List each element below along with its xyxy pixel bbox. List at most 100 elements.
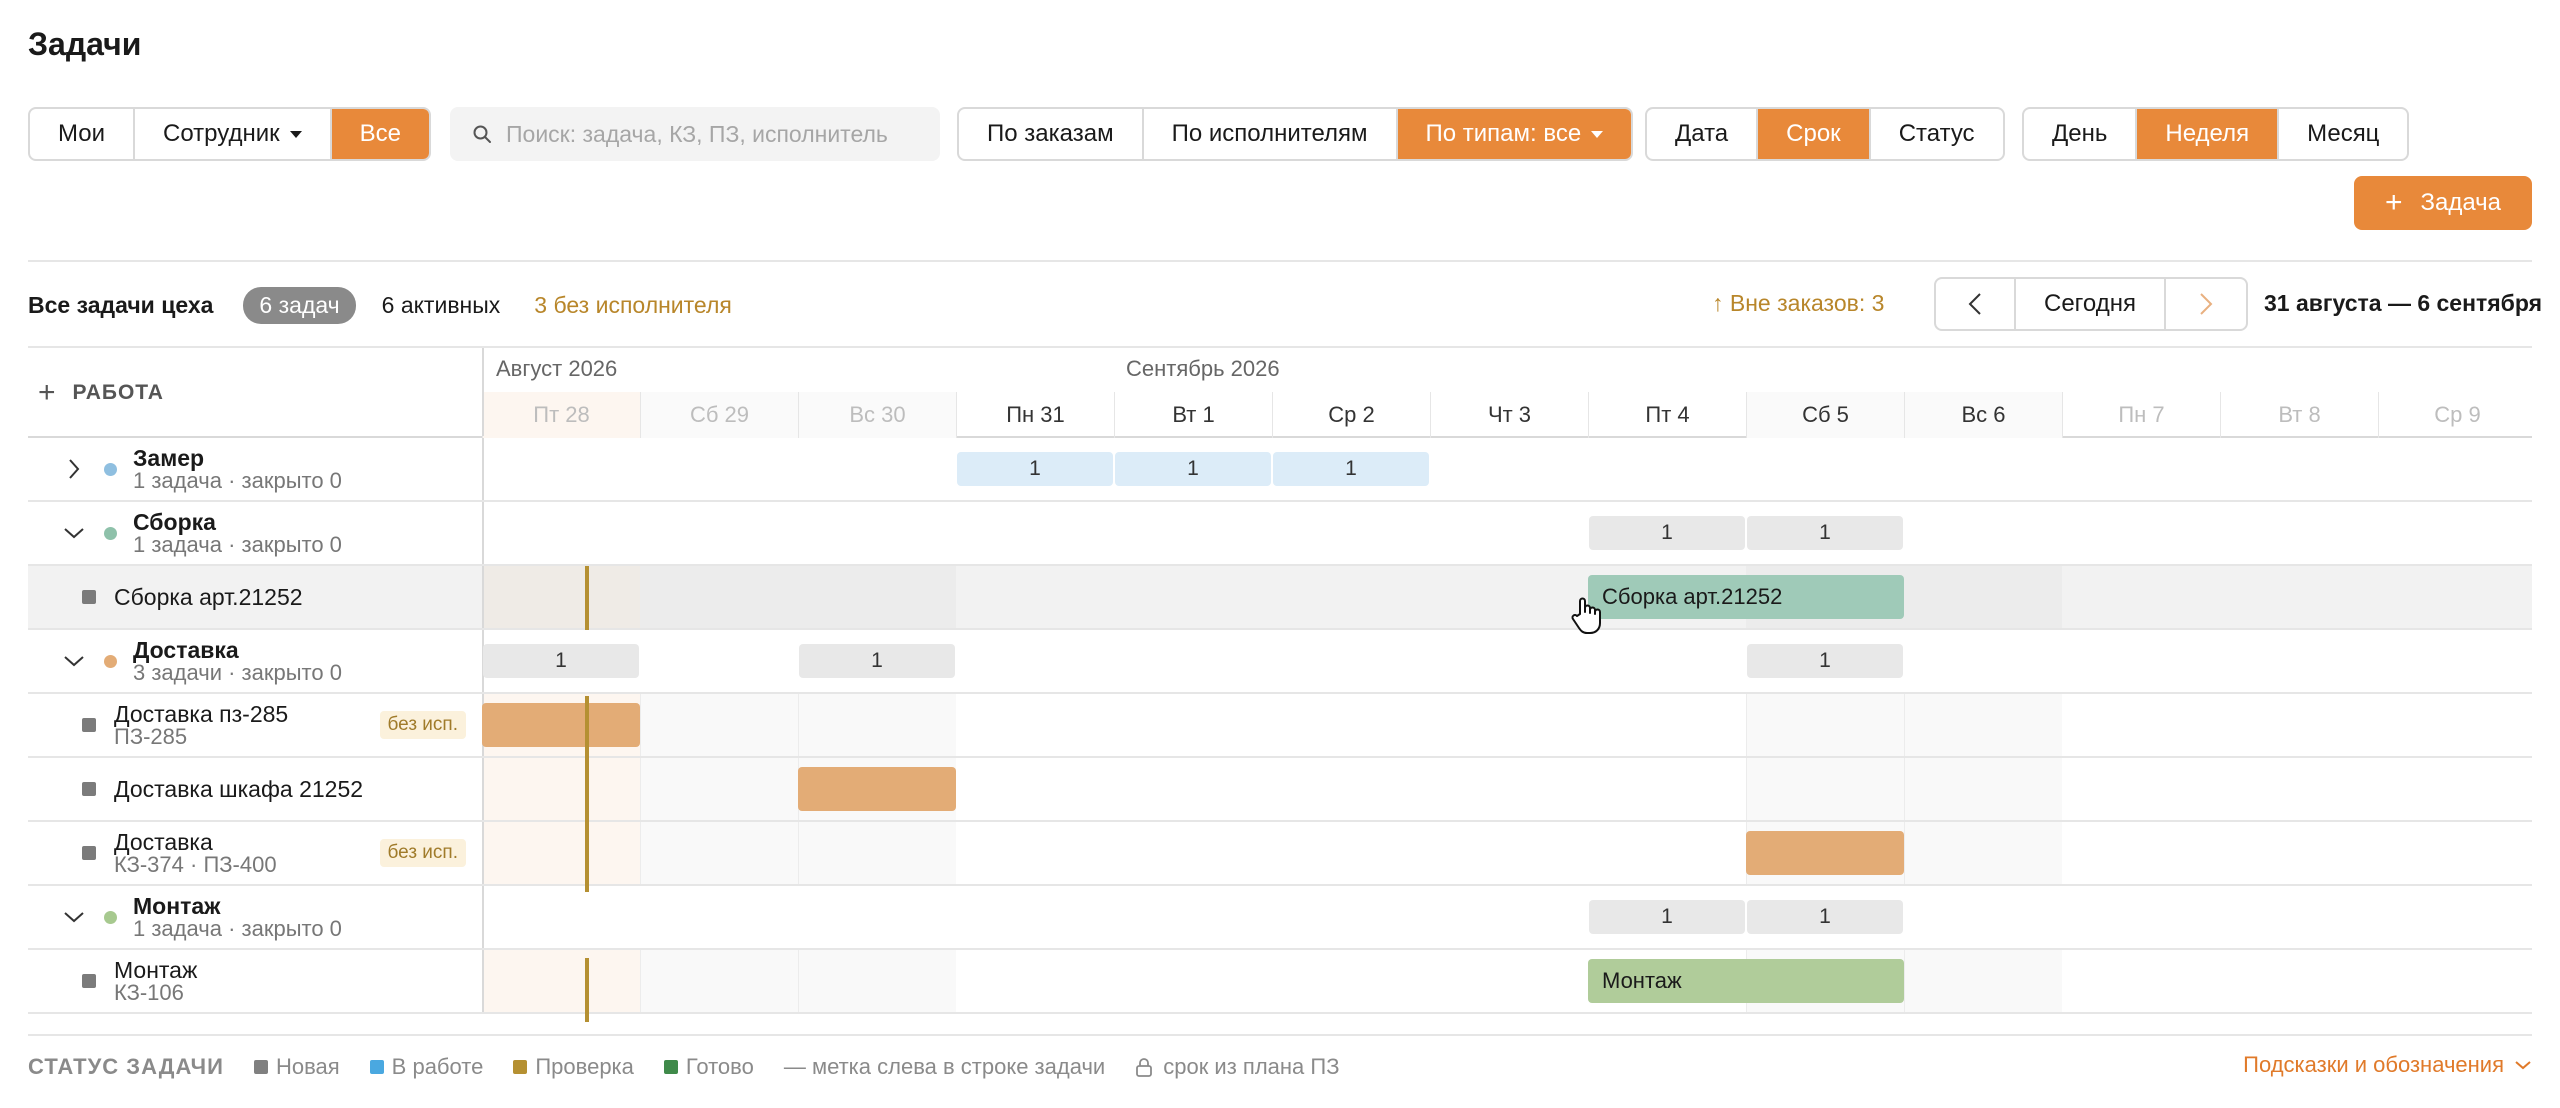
day-cell: [798, 822, 956, 884]
column-divider: [482, 502, 484, 564]
legend-note: — метка слева в строке задачи: [783, 1054, 1106, 1079]
group-by-executors-button[interactable]: По исполнителям: [1144, 109, 1398, 159]
task-row[interactable]: Доставка КЗ-374 · ПЗ-400 без исп.: [28, 822, 2532, 886]
day-cell: [1904, 758, 2062, 820]
day-cell: [640, 694, 798, 756]
day-count[interactable]: 1: [1589, 900, 1745, 934]
group-row-zamer[interactable]: Замер 1 задача · закрыто 0 1 1 1: [28, 438, 2532, 502]
collapse-toggle[interactable]: [52, 639, 96, 683]
task-bar[interactable]: [482, 703, 640, 747]
day-count[interactable]: 1: [1589, 516, 1745, 550]
task-row[interactable]: Сборка арт.21252 Сборка арт.21252: [28, 566, 2532, 630]
status-new-swatch: [253, 1060, 268, 1074]
day-cell: [482, 566, 640, 628]
day-cell: [798, 950, 956, 1012]
add-work-button[interactable]: + РАБОТА: [28, 348, 482, 438]
task-bar[interactable]: [798, 767, 956, 811]
scope-employee-dropdown[interactable]: Сотрудник: [135, 109, 332, 159]
period-day-button[interactable]: День: [2024, 109, 2138, 159]
chevron-down-icon: [2515, 1061, 2531, 1070]
task-row[interactable]: Доставка шкафа 21252: [28, 758, 2532, 822]
task-bar[interactable]: Монтаж: [1588, 959, 1904, 1003]
day-count[interactable]: 1: [1115, 452, 1271, 486]
day-header: Чт 3: [1430, 392, 1588, 438]
no-executor-badge: без исп.: [379, 839, 466, 867]
chevron-right-icon: [69, 459, 80, 479]
legend-label: Проверка: [535, 1054, 634, 1079]
day-header: Сб 29: [640, 392, 798, 438]
group-by-orders-button[interactable]: По заказам: [959, 109, 1144, 159]
status-marker: [82, 590, 96, 604]
today-button[interactable]: Сегодня: [2016, 279, 2166, 329]
task-label: Доставка пз-285 ПЗ-285 без исп.: [28, 694, 482, 756]
day-header: Сб 5: [1746, 392, 1904, 438]
period-week-button[interactable]: Неделя: [2137, 109, 2280, 159]
group-summary: 1 задача · закрыто 0: [133, 532, 342, 557]
day-count[interactable]: 1: [1273, 452, 1429, 486]
day-cell: [482, 950, 640, 1012]
day-count[interactable]: 1: [483, 644, 639, 678]
plus-icon: +: [38, 376, 57, 409]
day-count[interactable]: 1: [957, 452, 1113, 486]
no-executor-link[interactable]: 3 без исполнителя: [534, 292, 732, 319]
day-cell: [640, 566, 798, 628]
task-row[interactable]: Доставка пз-285 ПЗ-285 без исп.: [28, 694, 2532, 758]
day-cell: [640, 822, 798, 884]
outside-orders-link[interactable]: ↑ Вне заказов: 3: [1712, 290, 1884, 317]
scope-mine-button[interactable]: Мои: [30, 109, 136, 159]
chevron-down-icon: [64, 656, 84, 667]
task-name: Монтаж: [114, 957, 198, 983]
task-ref: КЗ-106: [114, 980, 184, 1005]
group-row-dostavka[interactable]: Доставка 3 задачи · закрыто 0 1 1 1: [28, 630, 2532, 694]
group-name: Замер: [133, 445, 205, 471]
day-count[interactable]: 1: [799, 644, 955, 678]
group-by-types-label: По типам: все: [1425, 120, 1582, 147]
expand-toggle[interactable]: [52, 447, 96, 491]
day-header: Вс 6: [1904, 392, 2062, 438]
task-ref: КЗ-374 · ПЗ-400: [114, 852, 277, 877]
collapse-toggle[interactable]: [52, 511, 96, 555]
group-row-sborka[interactable]: Сборка 1 задача · закрыто 0 1 1: [28, 502, 2532, 566]
plus-icon: +: [2384, 186, 2403, 219]
scope-all-button[interactable]: Все: [331, 109, 429, 159]
task-row[interactable]: Монтаж КЗ-106 Монтаж: [28, 950, 2532, 1014]
add-task-button[interactable]: + Задача: [2354, 176, 2532, 230]
group-color-dot: [104, 910, 117, 924]
day-cell: [482, 758, 640, 820]
date-field-deadline-button[interactable]: Срок: [1758, 109, 1871, 159]
day-header: Пт 28: [482, 392, 640, 438]
day-header: Вт 8: [2220, 392, 2378, 438]
day-header: Ср 9: [2378, 392, 2536, 438]
caret-down-icon: [289, 130, 302, 138]
group-name: Доставка: [133, 637, 239, 663]
date-field-status-button[interactable]: Статус: [1871, 109, 2003, 159]
legend-item: Новая: [253, 1054, 340, 1080]
day-count[interactable]: 1: [1747, 900, 1903, 934]
divider: [28, 260, 2532, 262]
day-count[interactable]: 1: [1747, 644, 1903, 678]
group-by-types-dropdown[interactable]: По типам: все: [1397, 109, 1632, 159]
group-row-montazh[interactable]: Монтаж 1 задача · закрыто 0 1 1: [28, 886, 2532, 950]
day-count[interactable]: 1: [1747, 516, 1903, 550]
search-input[interactable]: [506, 120, 896, 148]
group-summary: 1 задача · закрыто 0: [133, 468, 342, 493]
date-field-date-button[interactable]: Дата: [1647, 109, 1759, 159]
month-label-august: Август 2026: [496, 356, 618, 381]
period-month-button[interactable]: Месяц: [2279, 109, 2407, 159]
day-cell: [798, 566, 956, 628]
group-summary: 3 задачи · закрыто 0: [133, 660, 342, 685]
day-cell: [1904, 694, 2062, 756]
day-header: Пн 7: [2062, 392, 2220, 438]
task-bar[interactable]: [1746, 831, 1904, 875]
search-icon: [473, 125, 491, 143]
collapse-toggle[interactable]: [52, 895, 96, 939]
search-box[interactable]: [450, 107, 940, 161]
task-bar[interactable]: Сборка арт.21252: [1588, 575, 1904, 619]
caret-down-icon: [1591, 130, 1604, 138]
day-cell: [640, 950, 798, 1012]
legend-item: Проверка: [513, 1054, 634, 1080]
hints-toggle[interactable]: Подсказки и обозначения: [2243, 1052, 2532, 1078]
prev-week-button[interactable]: [1936, 279, 2016, 329]
legend-label: Готово: [685, 1054, 754, 1079]
next-week-button[interactable]: [2166, 279, 2246, 329]
